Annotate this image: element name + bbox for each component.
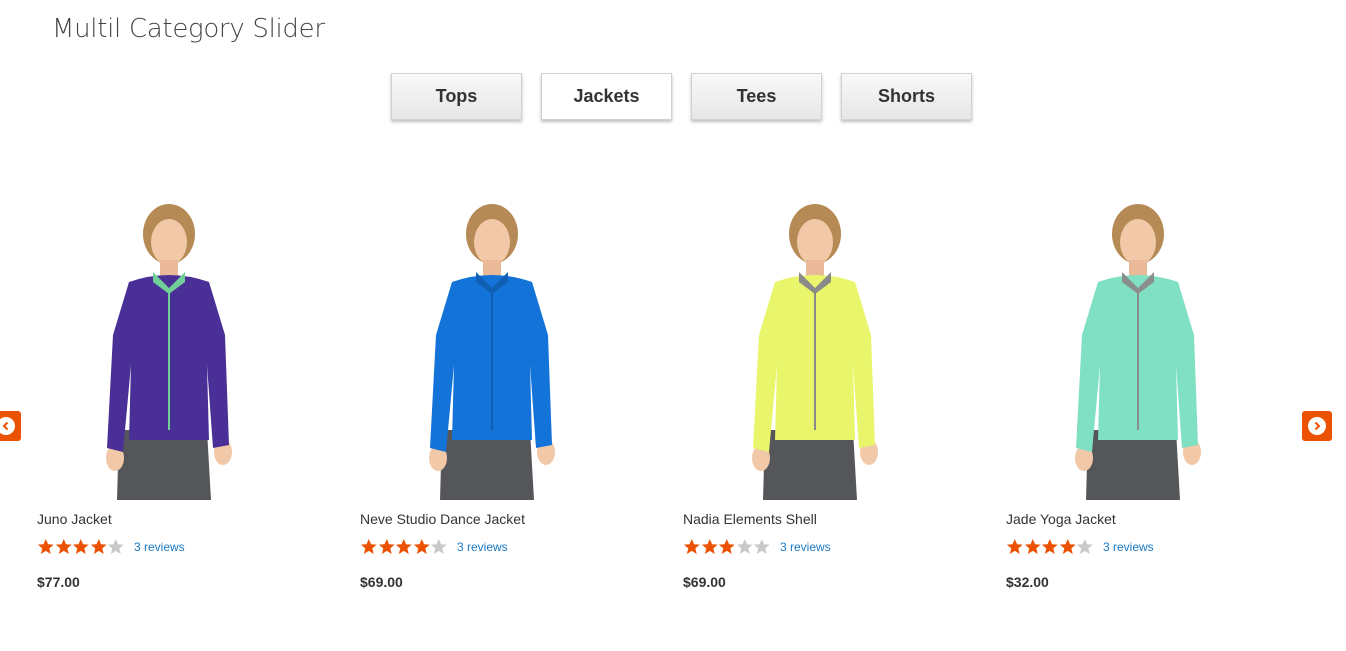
reviews-link[interactable]: 3 reviews: [780, 540, 831, 554]
star-icon: [1006, 539, 1023, 554]
product-card: Nadia Elements Shell 3 reviews $69.00: [683, 190, 983, 600]
product-slider: Juno Jacket 3 reviews $77.00 Neve Studio…: [0, 190, 1346, 610]
star-icon: [754, 539, 771, 554]
product-rating: 3 reviews: [683, 538, 831, 555]
star-icon: [683, 539, 700, 554]
rating-stars: [37, 538, 125, 555]
model-photo: [57, 190, 297, 500]
tab-tops[interactable]: Tops: [391, 73, 522, 120]
product-name[interactable]: Nadia Elements Shell: [683, 511, 817, 527]
reviews-link[interactable]: 3 reviews: [457, 540, 508, 554]
product-price: $69.00: [683, 574, 726, 590]
star-icon: [719, 539, 735, 554]
star-icon: [701, 539, 718, 554]
star-icon: [396, 539, 412, 554]
star-icon: [1042, 539, 1058, 554]
star-icon: [1077, 539, 1094, 554]
product-name[interactable]: Neve Studio Dance Jacket: [360, 511, 525, 527]
product-image[interactable]: [703, 190, 943, 500]
star-icon: [413, 539, 430, 554]
product-name[interactable]: Juno Jacket: [37, 511, 112, 527]
product-image[interactable]: [57, 190, 297, 500]
multi-category-slider: Multil Category Slider Tops Jackets Tees…: [0, 0, 1346, 651]
model-photo: [703, 190, 943, 500]
product-price: $69.00: [360, 574, 403, 590]
page-title: Multil Category Slider: [52, 14, 325, 44]
tab-shorts[interactable]: Shorts: [841, 73, 972, 120]
star-icon: [55, 539, 72, 554]
star-icon: [108, 539, 125, 554]
tab-jackets[interactable]: Jackets: [541, 73, 672, 120]
product-card: Juno Jacket 3 reviews $77.00: [37, 190, 337, 600]
product-image[interactable]: [1026, 190, 1266, 500]
star-icon: [378, 539, 395, 554]
star-icon: [360, 539, 377, 554]
product-price: $77.00: [37, 574, 80, 590]
product-card: Jade Yoga Jacket 3 reviews $32.00: [1006, 190, 1306, 600]
tab-tees[interactable]: Tees: [691, 73, 822, 120]
product-rating: 3 reviews: [360, 538, 508, 555]
category-tabs: Tops Jackets Tees Shorts: [391, 73, 972, 120]
reviews-link[interactable]: 3 reviews: [1103, 540, 1154, 554]
rating-stars: [683, 538, 771, 555]
model-photo: [1026, 190, 1266, 500]
model-photo: [380, 190, 620, 500]
star-icon: [37, 539, 54, 554]
star-icon: [431, 539, 448, 554]
reviews-link[interactable]: 3 reviews: [134, 540, 185, 554]
product-price: $32.00: [1006, 574, 1049, 590]
star-icon: [90, 539, 107, 554]
star-icon: [73, 539, 89, 554]
rating-stars: [360, 538, 448, 555]
rating-stars: [1006, 538, 1094, 555]
product-name[interactable]: Jade Yoga Jacket: [1006, 511, 1116, 527]
star-icon: [736, 539, 753, 554]
product-rating: 3 reviews: [1006, 538, 1154, 555]
star-icon: [1059, 539, 1076, 554]
product-card: Neve Studio Dance Jacket 3 reviews $69.0…: [360, 190, 660, 600]
product-rating: 3 reviews: [37, 538, 185, 555]
star-icon: [1024, 539, 1041, 554]
product-image[interactable]: [380, 190, 620, 500]
